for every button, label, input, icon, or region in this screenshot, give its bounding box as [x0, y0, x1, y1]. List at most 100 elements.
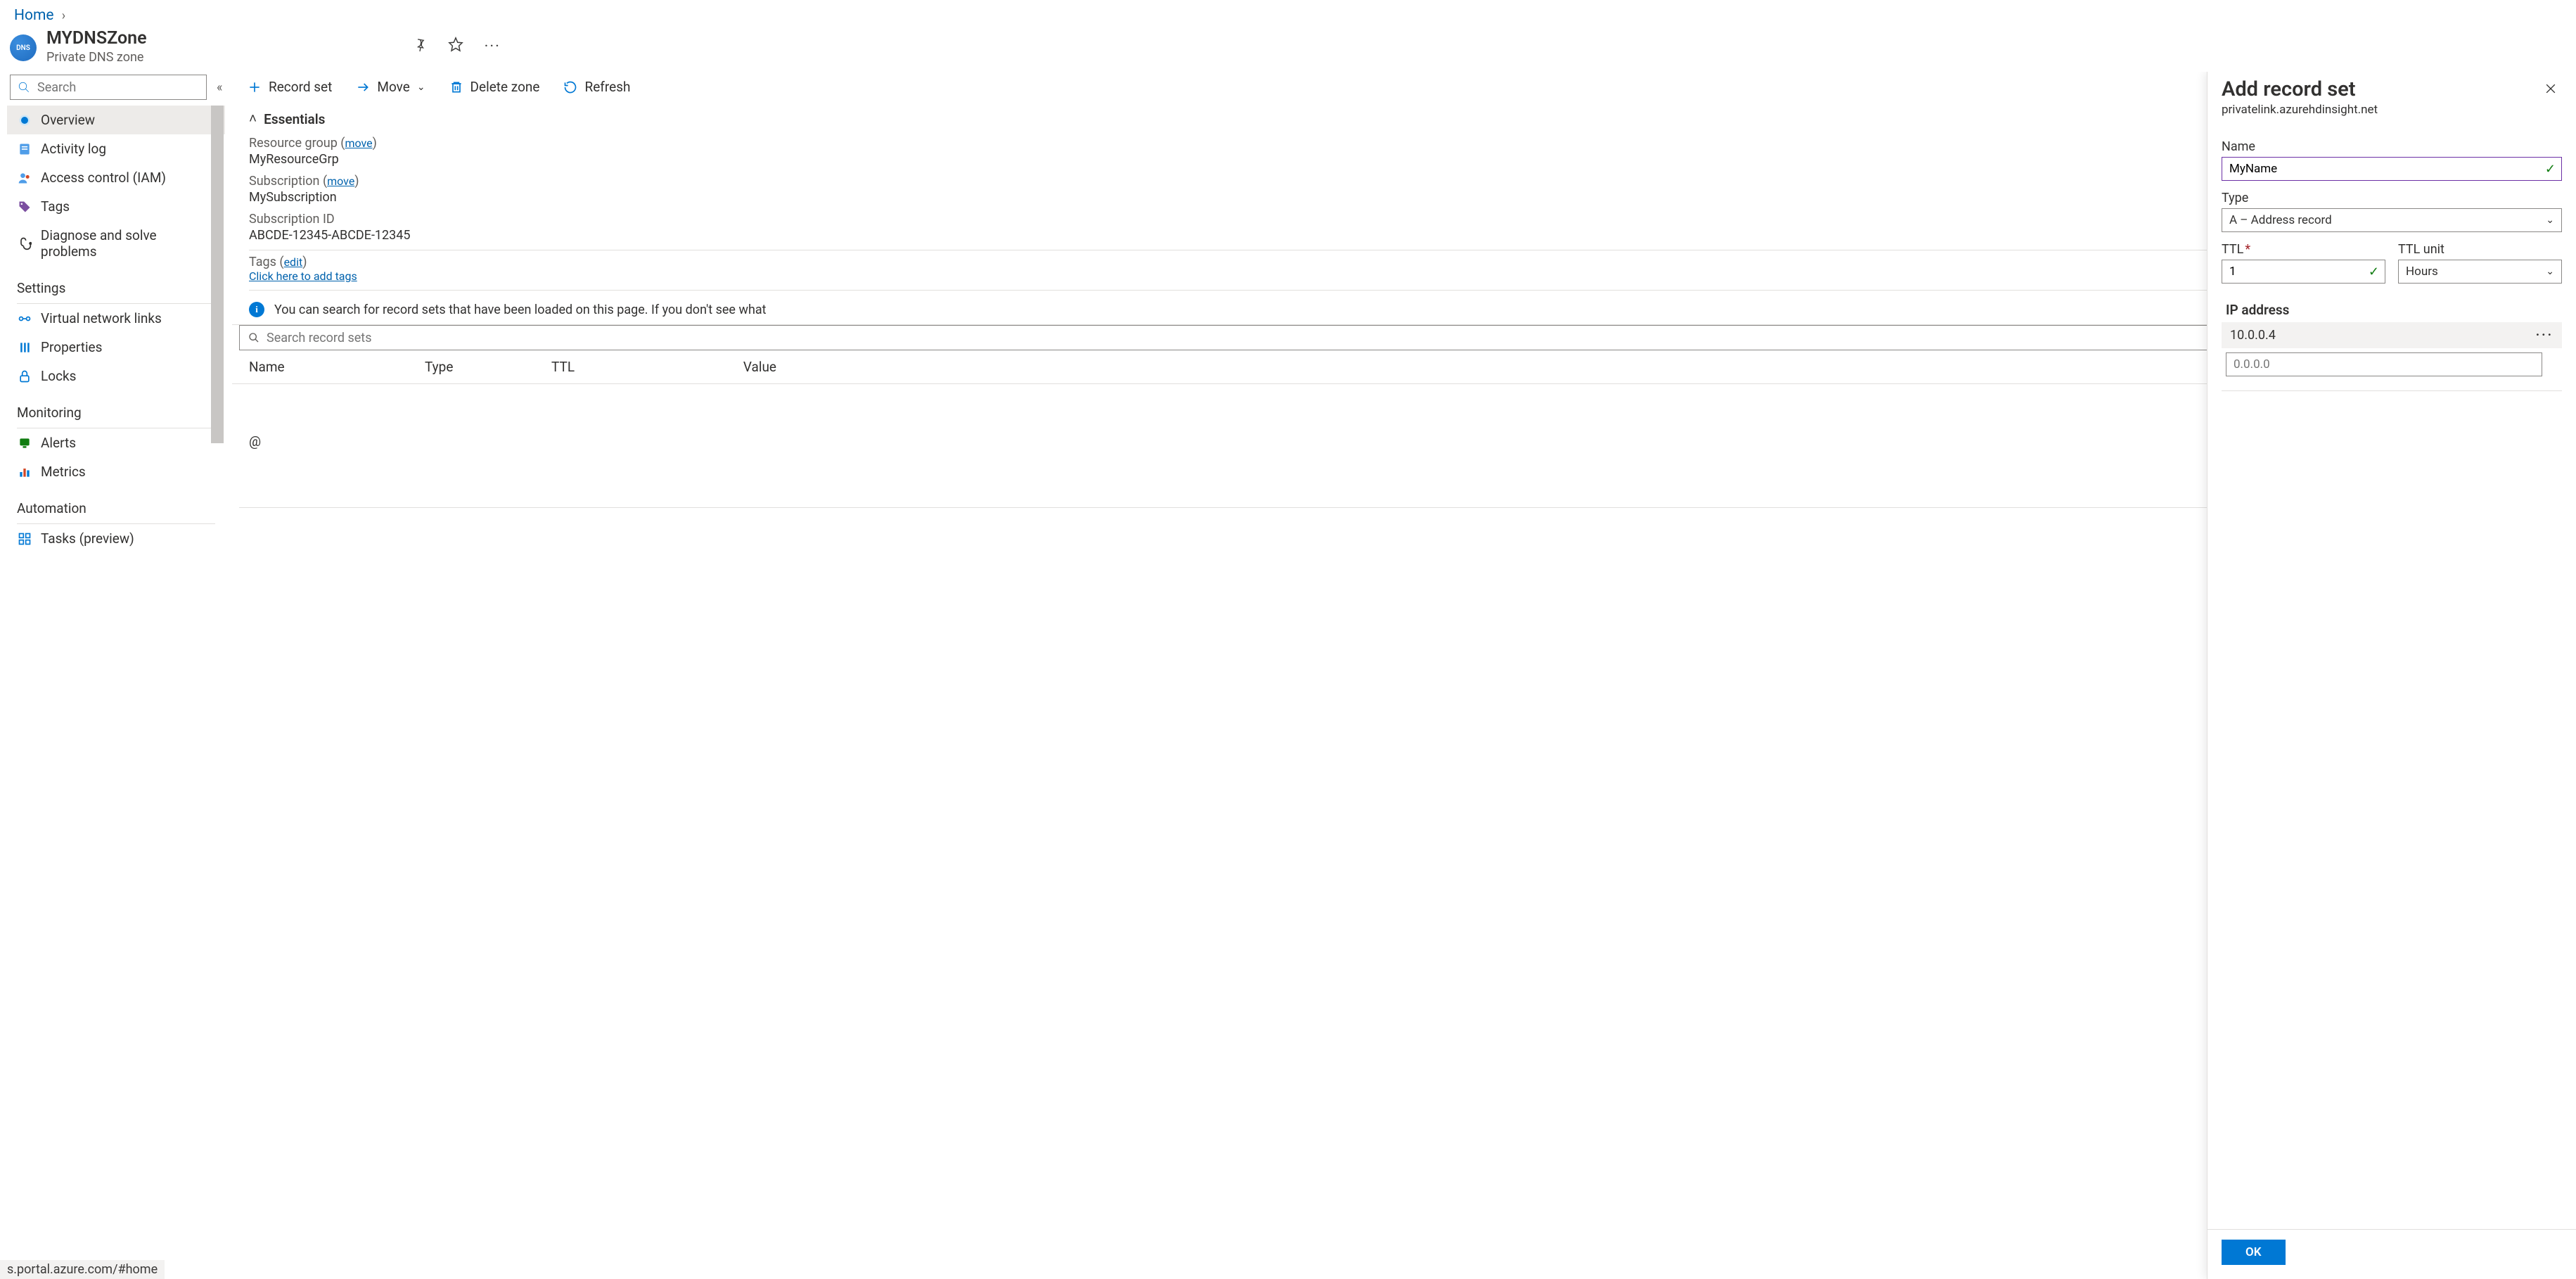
name-field-label: Name	[2222, 139, 2562, 154]
required-asterisk: *	[2245, 242, 2250, 257]
ttl-unit-label: TTL unit	[2398, 242, 2562, 257]
alerts-icon	[17, 436, 32, 450]
breadcrumb-home[interactable]: Home	[14, 7, 54, 24]
tags-label: Tags (	[249, 255, 284, 269]
nav-tags[interactable]: Tags	[7, 192, 225, 221]
chevron-right-icon: ›	[62, 8, 65, 23]
favorite-button[interactable]	[445, 34, 466, 59]
ttl-field-label: TTL*	[2222, 242, 2385, 257]
access-control-icon	[17, 171, 32, 185]
metrics-icon	[17, 465, 32, 479]
nav-vnet-links-label: Virtual network links	[41, 310, 162, 326]
panel-title: Add record set	[2222, 77, 2539, 101]
nav-alerts[interactable]: Alerts	[7, 428, 225, 457]
nav-tags-label: Tags	[41, 198, 70, 215]
nav-properties[interactable]: Properties	[7, 333, 225, 362]
chevron-down-icon: ⌄	[2546, 266, 2554, 277]
locks-icon	[17, 369, 32, 383]
nav-diagnose[interactable]: Diagnose and solve problems	[7, 221, 225, 266]
ttl-unit-select[interactable]: Hours ⌄	[2398, 260, 2562, 284]
tags-edit-link[interactable]: edit	[284, 255, 303, 269]
nav-overview-label: Overview	[41, 112, 95, 128]
ip-input[interactable]	[2226, 352, 2542, 376]
ttl-field[interactable]	[2222, 260, 2385, 283]
star-icon	[448, 37, 463, 52]
pin-button[interactable]	[410, 34, 430, 58]
chevron-up-icon: ˄	[249, 110, 257, 127]
resource-subtitle: Private DNS zone	[46, 50, 147, 65]
nav-overview[interactable]: Overview	[7, 106, 225, 134]
ip-row-more-button[interactable]: ···	[2536, 328, 2553, 343]
ip-row[interactable]: 10.0.0.4 ···	[2222, 322, 2562, 348]
search-icon	[18, 81, 30, 94]
add-tags-link[interactable]: Click here to add tags	[249, 269, 357, 283]
overview-icon	[17, 113, 32, 127]
refresh-button[interactable]: Refresh	[558, 76, 636, 98]
plus-icon	[248, 80, 262, 94]
info-icon: i	[249, 302, 264, 317]
ok-button[interactable]: OK	[2222, 1240, 2286, 1265]
nav-vnet-links[interactable]: Virtual network links	[7, 304, 225, 333]
divider	[2222, 390, 2562, 391]
col-ttl[interactable]: TTL	[551, 359, 671, 375]
type-select-value: A – Address record	[2229, 213, 2332, 227]
resource-header: DNS MYDNSZone Private DNS zone ···	[0, 28, 2576, 72]
left-search-box[interactable]	[10, 75, 207, 100]
nav-locks[interactable]: Locks	[7, 362, 225, 390]
col-name[interactable]: Name	[249, 359, 425, 375]
nav-group-monitoring: Monitoring	[7, 390, 225, 424]
tags-label-close: )	[302, 255, 307, 269]
refresh-icon	[563, 80, 577, 94]
check-icon: ✓	[2369, 265, 2379, 279]
collapse-nav-button[interactable]: «	[214, 80, 225, 95]
search-icon	[248, 332, 259, 343]
chevron-down-icon: ⌄	[417, 82, 425, 93]
more-button[interactable]: ···	[482, 35, 504, 58]
col-type[interactable]: Type	[425, 359, 551, 375]
subscription-label: Subscription (	[249, 174, 327, 189]
diagnose-icon	[17, 236, 32, 250]
ttl-unit-value: Hours	[2406, 265, 2438, 279]
ip-address-section-label: IP address	[2226, 302, 2562, 318]
essentials-label: Essentials	[264, 111, 325, 127]
close-icon	[2544, 82, 2558, 96]
subscription-move-link[interactable]: move	[327, 174, 354, 188]
nav-metrics[interactable]: Metrics	[7, 457, 225, 486]
scrollbar[interactable]	[211, 106, 224, 443]
trash-icon	[449, 80, 463, 94]
delete-zone-button[interactable]: Delete zone	[444, 76, 546, 98]
nav-tasks[interactable]: Tasks (preview)	[7, 524, 225, 553]
add-record-set-panel: Add record set privatelink.azurehdinsigh…	[2207, 72, 2576, 1279]
add-record-set-button[interactable]: Record set	[242, 76, 338, 98]
name-field[interactable]	[2222, 158, 2561, 180]
status-bar-url: s.portal.azure.com/#home	[0, 1260, 165, 1279]
type-select[interactable]: A – Address record ⌄	[2222, 208, 2562, 232]
refresh-label: Refresh	[584, 79, 630, 95]
panel-subtitle: privatelink.azurehdinsight.net	[2222, 103, 2539, 117]
arrow-right-icon	[356, 80, 370, 94]
info-banner-text: You can search for record sets that have…	[274, 303, 767, 317]
move-label: Move	[377, 79, 409, 95]
dns-zone-icon: DNS	[10, 34, 37, 61]
left-search-input[interactable]	[36, 79, 199, 96]
resource-title: MYDNSZone	[46, 28, 147, 49]
move-button[interactable]: Move ⌄	[350, 76, 430, 98]
nav-locks-label: Locks	[41, 368, 76, 384]
nav-group-settings: Settings	[7, 266, 225, 299]
nav-activity-log[interactable]: Activity log	[7, 134, 225, 163]
delete-zone-label: Delete zone	[470, 79, 540, 95]
close-button[interactable]	[2539, 77, 2562, 104]
properties-icon	[17, 341, 32, 355]
col-value[interactable]: Value	[671, 359, 776, 375]
name-field-wrap: ✓	[2222, 157, 2562, 181]
nav-properties-label: Properties	[41, 339, 102, 355]
activity-log-icon	[17, 142, 32, 156]
resource-group-label-close: )	[373, 136, 377, 151]
nav-diagnose-label: Diagnose and solve problems	[41, 227, 215, 260]
pin-icon	[413, 37, 427, 51]
resource-group-move-link[interactable]: move	[345, 136, 372, 150]
nav-access-control[interactable]: Access control (IAM)	[7, 163, 225, 192]
tasks-icon	[17, 532, 32, 546]
nav-access-control-label: Access control (IAM)	[41, 170, 166, 186]
vnet-links-icon	[17, 312, 32, 326]
